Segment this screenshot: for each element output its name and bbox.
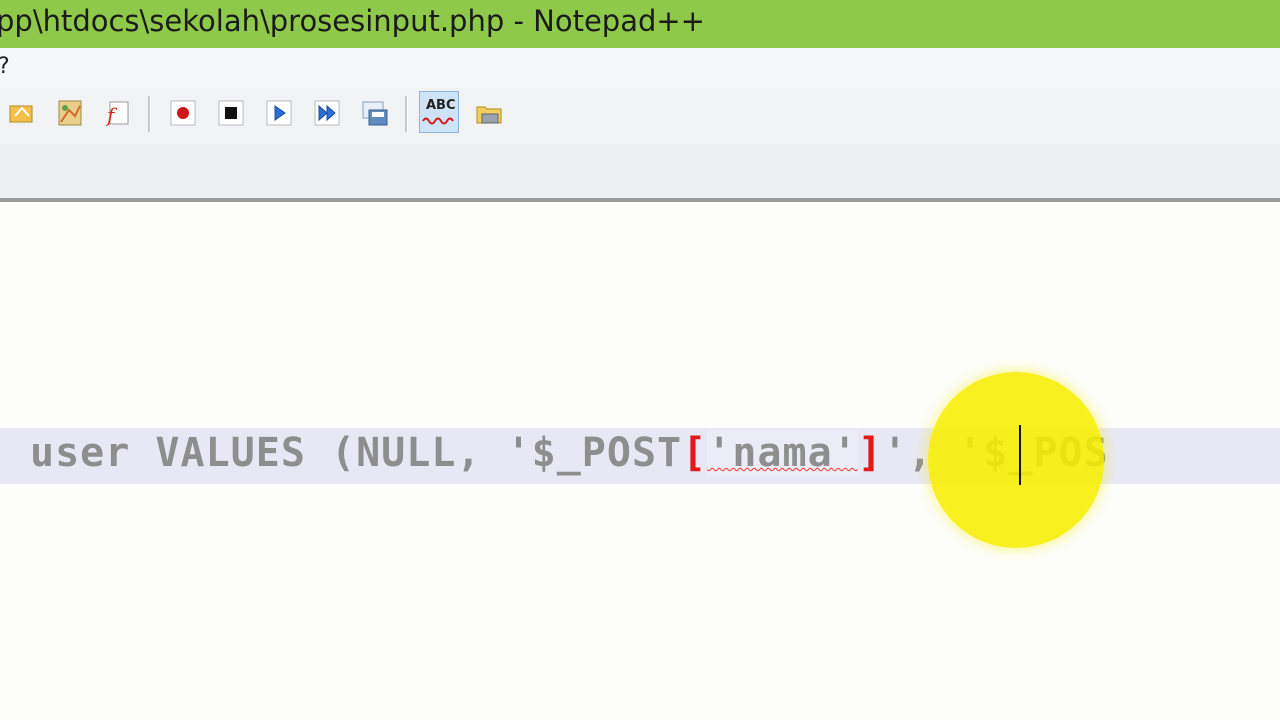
stop-recording-icon[interactable]: [213, 95, 247, 129]
open-bracket: [: [682, 430, 708, 476]
toolbar: f ABC: [0, 88, 1280, 144]
cut-icon[interactable]: [4, 95, 38, 129]
toolbar-separator: [148, 96, 151, 132]
spell-check-label: ABC: [426, 98, 456, 113]
spell-check-icon[interactable]: ABC: [419, 91, 459, 133]
toolbar-separator: [405, 96, 408, 132]
window-title: pp\htdocs\sekolah\prosesinput.php - Note…: [0, 4, 705, 38]
save-macro-icon[interactable]: [357, 95, 391, 129]
code-segment-sql: user VALUES (NULL, '$_POST: [30, 430, 683, 476]
menu-bar: ?: [0, 48, 1280, 88]
title-bar: pp\htdocs\sekolah\prosesinput.php - Note…: [0, 0, 1280, 48]
record-macro-icon[interactable]: [165, 95, 199, 129]
close-bracket: ]: [857, 430, 883, 476]
playback-macro-icon[interactable]: [261, 95, 295, 129]
text-cursor: [1019, 425, 1021, 485]
menu-help[interactable]: ?: [0, 54, 10, 79]
document-map-icon[interactable]: [52, 95, 86, 129]
run-macro-multiple-icon[interactable]: [309, 95, 343, 129]
function-list-icon[interactable]: f: [100, 95, 134, 129]
open-folder-icon[interactable]: [471, 95, 505, 129]
code-key-nama: 'nama': [707, 430, 858, 476]
tab-bar: [0, 144, 1280, 198]
cursor-highlight: [928, 372, 1104, 548]
